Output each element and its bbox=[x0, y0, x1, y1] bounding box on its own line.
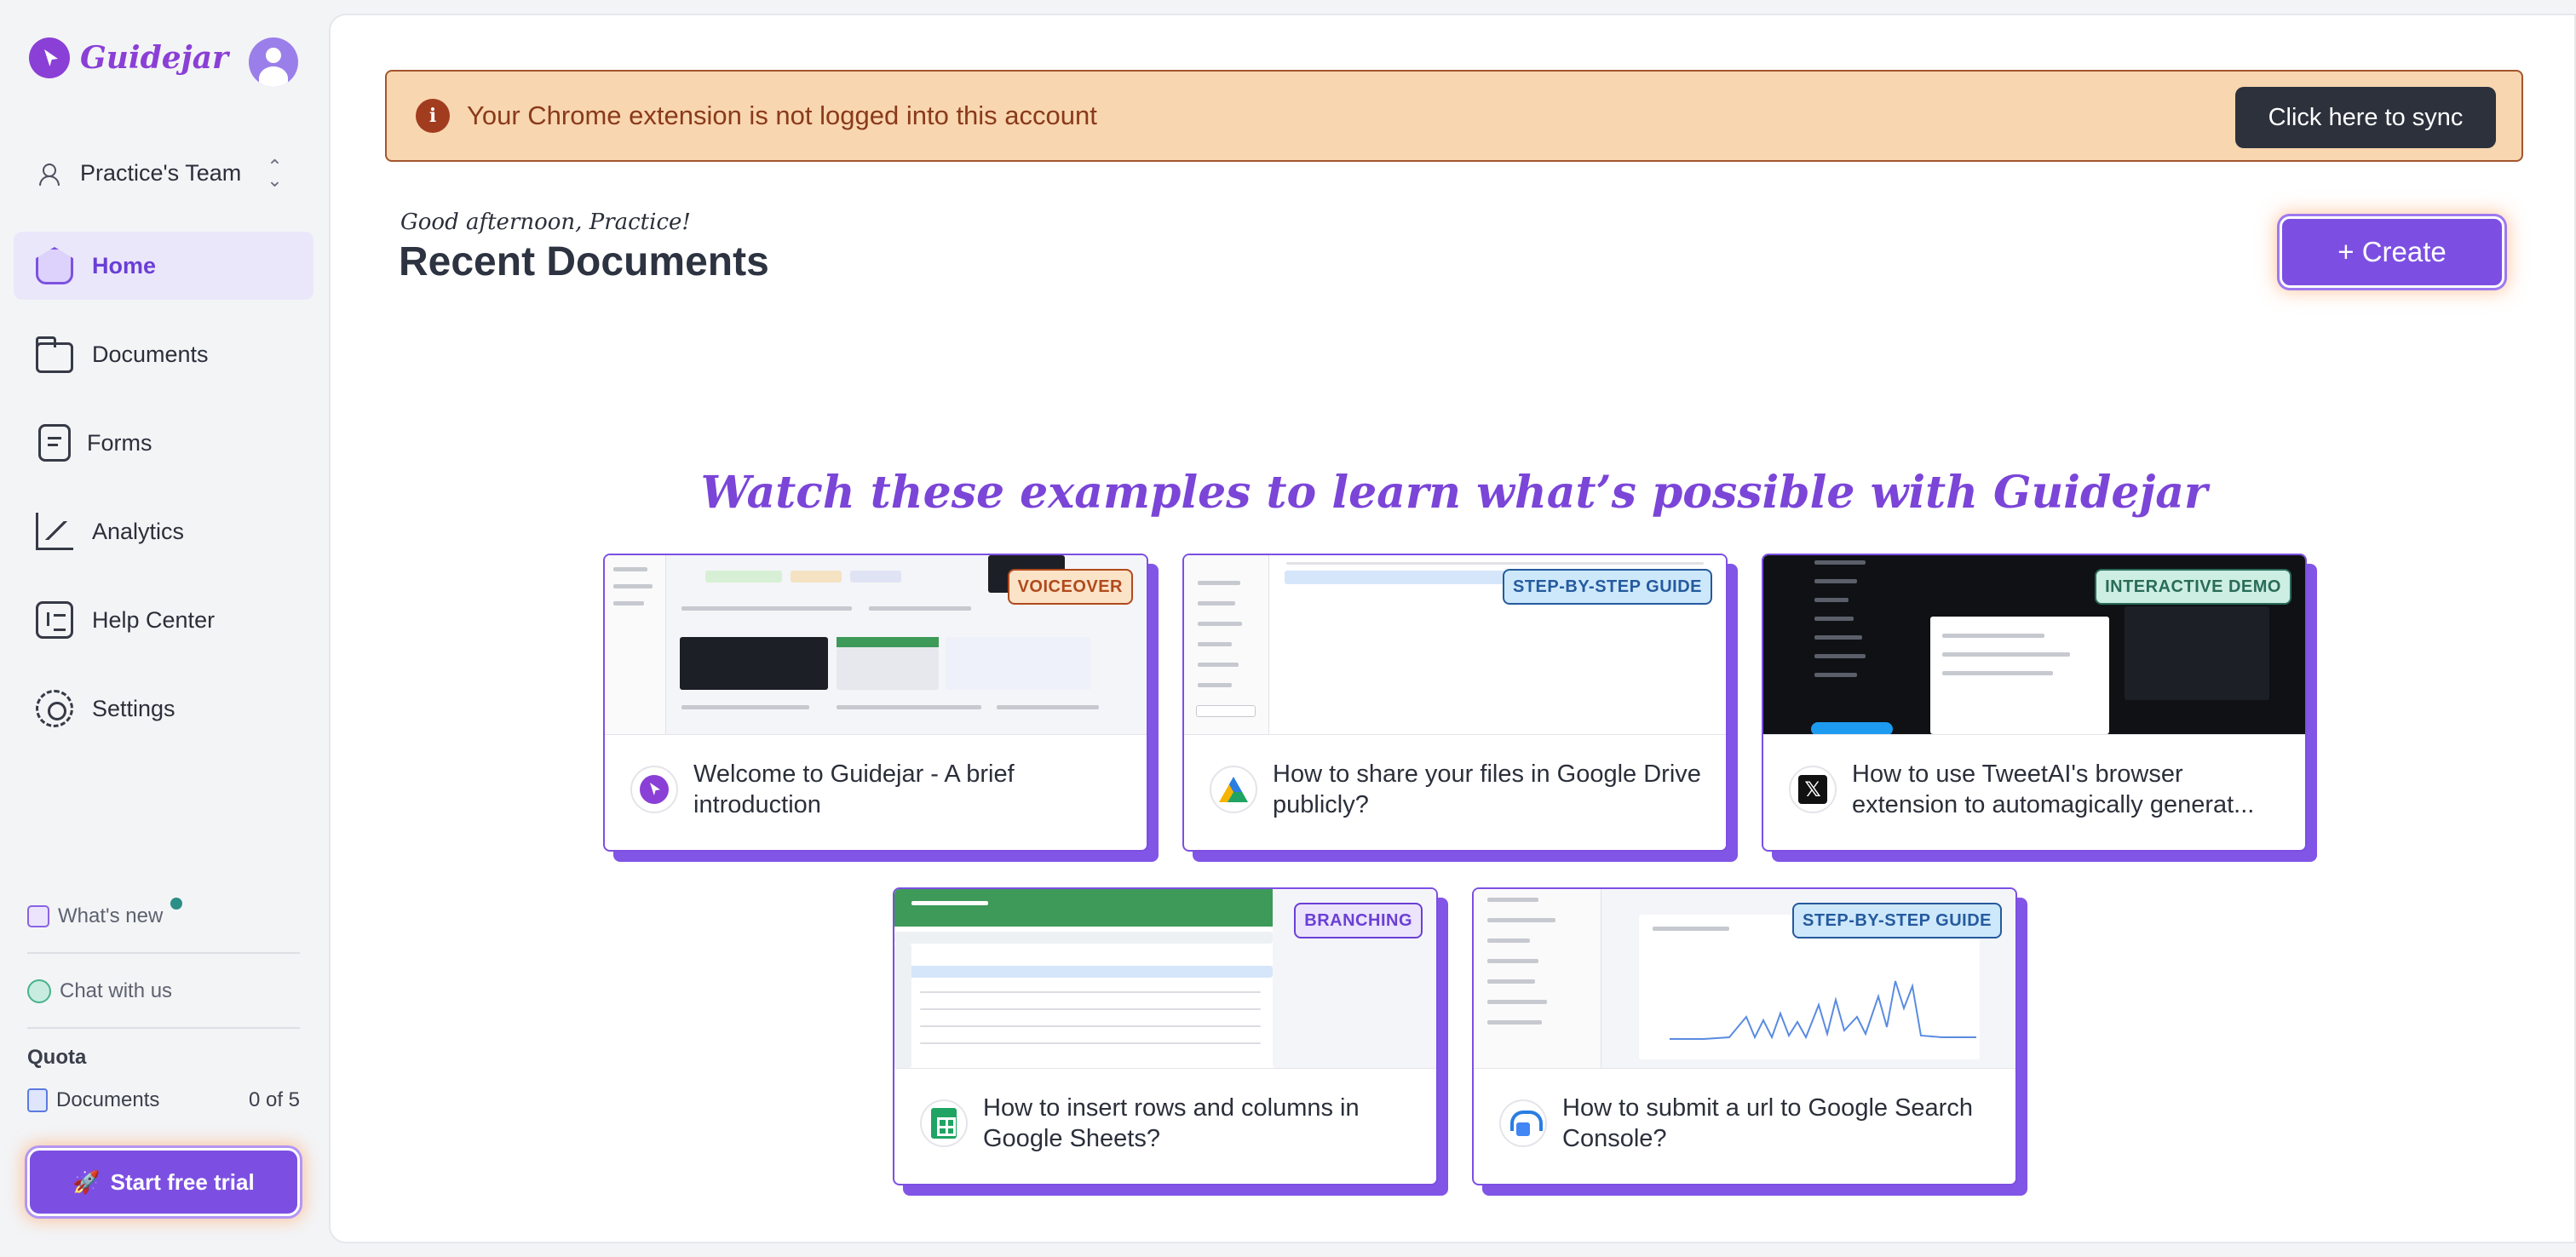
quota-documents: Documents 0 of 5 bbox=[27, 1088, 300, 1112]
sync-button[interactable]: Click here to sync bbox=[2235, 87, 2496, 148]
card-footer: 𝕏 How to use TweetAI's browser extension… bbox=[1763, 734, 2305, 850]
card-title: How to insert rows and columns in Google… bbox=[983, 1094, 1360, 1152]
team-switcher[interactable]: Practice's Team ⌃ ⌄ bbox=[37, 156, 283, 191]
card-icon: 𝕏 bbox=[1789, 766, 1837, 813]
quota-value: 0 of 5 bbox=[248, 1088, 300, 1111]
chat-label: Chat with us bbox=[60, 979, 173, 1002]
notification-dot bbox=[170, 898, 182, 910]
examples-heading: Watch these examples to learn what’s pos… bbox=[700, 467, 2208, 519]
sidebar-item-help-center[interactable]: Help Center bbox=[14, 586, 313, 654]
sidebar-item-label: Documents bbox=[92, 341, 209, 367]
sidebar: Guidejar Practice's Team ⌃ ⌄ Home Documen… bbox=[0, 0, 327, 1257]
sidebar-item-label: Help Center bbox=[92, 606, 216, 633]
extension-warning-banner: i Your Chrome extension is not logged in… bbox=[385, 70, 2523, 162]
example-card[interactable]: STEP-BY-STEP GUIDE How to submit a url t… bbox=[1472, 887, 2017, 1185]
example-card[interactable]: VOICEOVER Welcome to Guidejar - A brief … bbox=[603, 554, 1148, 852]
sidebar-item-analytics[interactable]: Analytics bbox=[14, 497, 313, 565]
quota-label: Documents bbox=[56, 1088, 160, 1111]
card-footer: How to share your files in Google Drive … bbox=[1184, 734, 1726, 850]
sidebar-item-label: Home bbox=[92, 252, 157, 278]
info-icon: i bbox=[416, 99, 450, 133]
sidebar-nav: Home Documents Forms Analytics Help Cent… bbox=[14, 232, 313, 763]
card-badge: STEP-BY-STEP GUIDE bbox=[1791, 903, 2002, 938]
guidejar-icon bbox=[640, 775, 669, 804]
card-footer: How to insert rows and columns in Google… bbox=[894, 1068, 1436, 1184]
team-icon bbox=[37, 162, 66, 186]
form-icon bbox=[38, 424, 71, 462]
sidebar-item-label: Settings bbox=[92, 695, 175, 721]
card-badge: BRANCHING bbox=[1294, 903, 1423, 938]
create-button[interactable]: + Create bbox=[2280, 216, 2504, 288]
analytics-icon bbox=[36, 513, 73, 550]
divider bbox=[27, 1027, 300, 1029]
card-footer: Welcome to Guidejar - A brief introducti… bbox=[605, 734, 1147, 850]
performance-sparkline bbox=[1670, 980, 1976, 1040]
banner-text: Your Chrome extension is not logged into… bbox=[467, 100, 1097, 130]
main-content: i Your Chrome extension is not logged in… bbox=[329, 14, 2576, 1243]
whats-new-link[interactable]: What's new bbox=[27, 896, 300, 937]
card-icon bbox=[1210, 766, 1257, 813]
chat-with-us-link[interactable]: Chat with us bbox=[27, 971, 300, 1012]
divider bbox=[27, 952, 300, 954]
newspaper-icon bbox=[27, 905, 49, 927]
x-icon: 𝕏 bbox=[1798, 775, 1827, 804]
sidebar-item-settings[interactable]: Settings bbox=[14, 674, 313, 743]
sidebar-footer: What's new Chat with us Quota Documents … bbox=[27, 896, 300, 1112]
card-badge: VOICEOVER bbox=[1007, 569, 1133, 605]
sidebar-item-forms[interactable]: Forms bbox=[14, 409, 313, 477]
home-icon bbox=[36, 247, 73, 284]
chevron-up-down-icon: ⌃ ⌄ bbox=[267, 156, 283, 191]
google-drive-icon bbox=[1219, 777, 1248, 802]
sidebar-item-home[interactable]: Home bbox=[14, 232, 313, 300]
gear-icon bbox=[36, 690, 73, 727]
card-title: Welcome to Guidejar - A brief introducti… bbox=[693, 761, 1015, 818]
avatar[interactable] bbox=[249, 37, 298, 87]
whats-new-label: What's new bbox=[58, 904, 164, 927]
team-name: Practice's Team bbox=[80, 160, 242, 186]
example-card[interactable]: BRANCHING How to insert rows and columns… bbox=[893, 887, 1438, 1185]
card-icon bbox=[920, 1099, 968, 1147]
help-center-icon bbox=[36, 601, 73, 639]
start-free-trial-button[interactable]: 🚀 Start free trial bbox=[27, 1148, 300, 1216]
page-title: Recent Documents bbox=[399, 239, 769, 284]
card-title: How to share your files in Google Drive … bbox=[1273, 761, 1701, 818]
start-free-trial-label: Start free trial bbox=[110, 1168, 255, 1195]
sidebar-item-label: Forms bbox=[87, 429, 152, 456]
card-footer: How to submit a url to Google Search Con… bbox=[1474, 1068, 2015, 1184]
guidejar-logo[interactable]: Guidejar bbox=[29, 37, 228, 78]
card-badge: INTERACTIVE DEMO bbox=[2095, 569, 2291, 605]
logo-text: Guidejar bbox=[80, 40, 228, 76]
guidejar-logo-icon bbox=[29, 37, 70, 78]
example-card[interactable]: INTERACTIVE DEMO 𝕏 How to use TweetAI's … bbox=[1762, 554, 2307, 852]
card-title: How to use TweetAI's browser extension t… bbox=[1852, 761, 2255, 818]
quota-title: Quota bbox=[27, 1046, 87, 1069]
rocket-icon: 🚀 bbox=[72, 1168, 101, 1195]
card-icon bbox=[630, 766, 678, 813]
greeting: Good afternoon, Practice! bbox=[400, 210, 691, 235]
search-console-icon bbox=[1509, 1109, 1543, 1138]
sidebar-item-label: Analytics bbox=[92, 518, 185, 544]
folder-icon bbox=[36, 336, 73, 373]
card-badge: STEP-BY-STEP GUIDE bbox=[1502, 569, 1712, 605]
google-sheets-icon bbox=[931, 1108, 957, 1139]
sidebar-item-documents[interactable]: Documents bbox=[14, 320, 313, 388]
chat-icon bbox=[27, 979, 51, 1003]
card-icon bbox=[1499, 1099, 1547, 1147]
example-card[interactable]: STEP-BY-STEP GUIDE How to share your fil… bbox=[1182, 554, 1728, 852]
card-title: How to submit a url to Google Search Con… bbox=[1562, 1094, 1973, 1152]
document-icon bbox=[27, 1088, 48, 1112]
